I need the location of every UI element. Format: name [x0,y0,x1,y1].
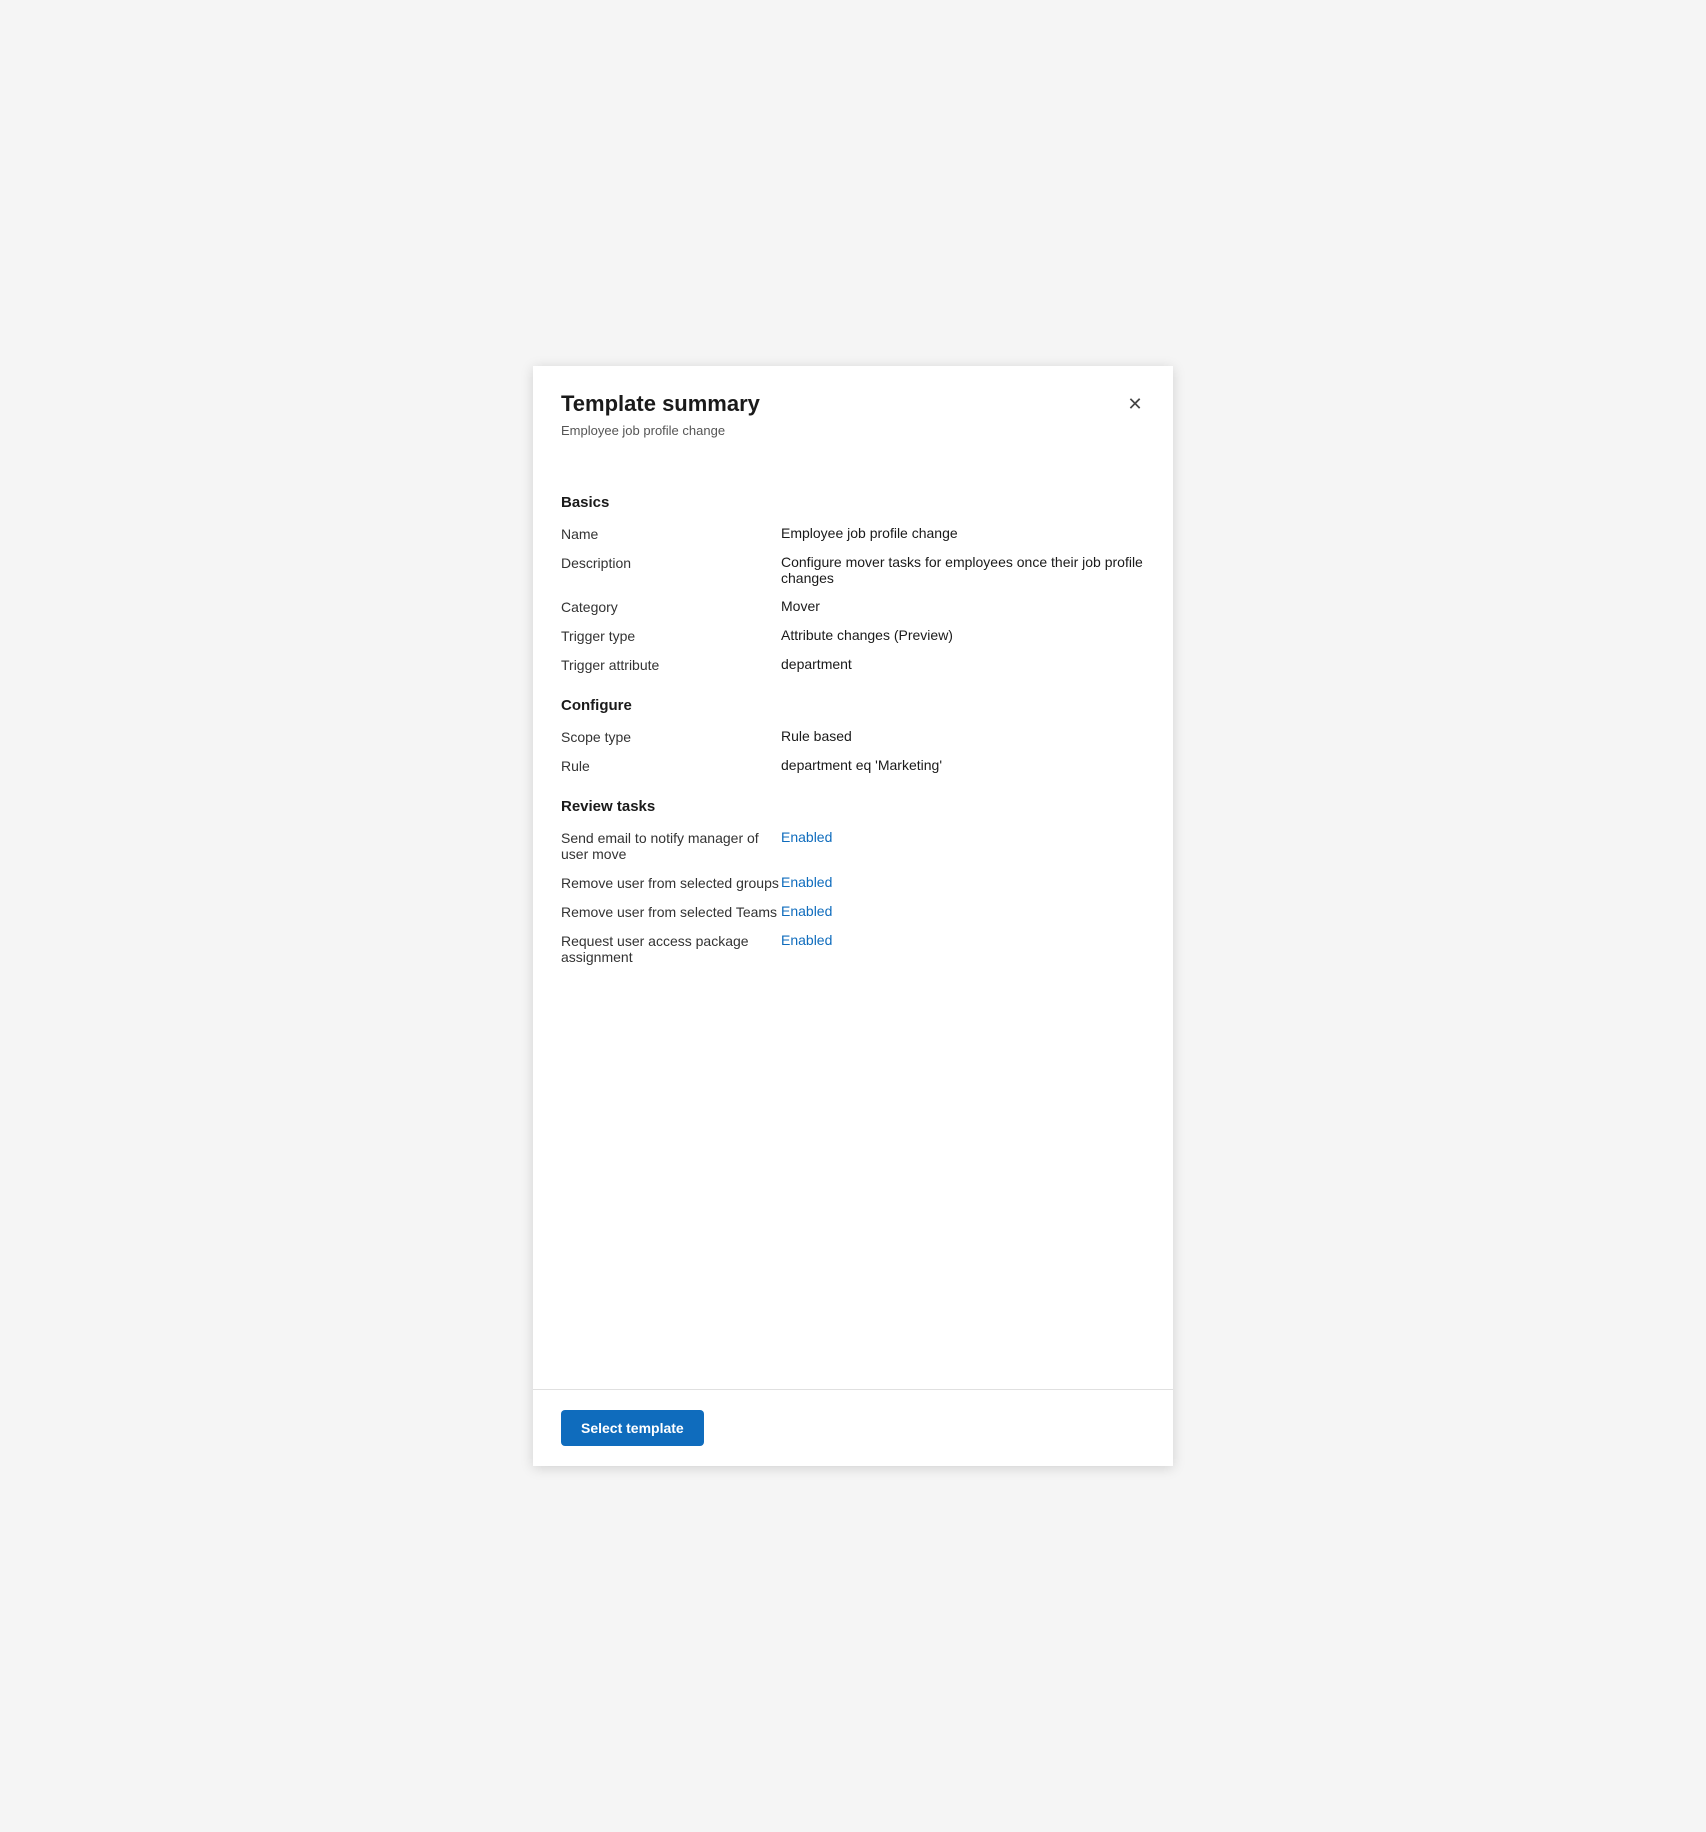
basics-trigger-attribute-row: Trigger attribute department [561,656,1145,673]
configure-rule-value: department eq 'Marketing' [781,757,1145,773]
basics-category-label: Category [561,598,781,615]
basics-description-row: Description Configure mover tasks for em… [561,554,1145,586]
task-remove-groups-label: Remove user from selected groups [561,874,781,891]
configure-rule-row: Rule department eq 'Marketing' [561,757,1145,774]
basics-name-value: Employee job profile change [781,525,1145,541]
task-access-package-label: Request user access package assignment [561,932,781,965]
basics-heading: Basics [561,494,1145,511]
panel-subtitle: Employee job profile change [561,423,1145,438]
basics-description-value: Configure mover tasks for employees once… [781,554,1145,586]
review-tasks-heading: Review tasks [561,798,1145,815]
panel-content: Basics Name Employee job profile change … [533,454,1173,1389]
configure-rule-label: Rule [561,757,781,774]
configure-scope-label: Scope type [561,728,781,745]
basics-category-value: Mover [781,598,1145,614]
task-remove-groups-row: Remove user from selected groups Enabled [561,874,1145,891]
task-access-package-row: Request user access package assignment E… [561,932,1145,965]
task-send-email-label: Send email to notify manager of user mov… [561,829,781,862]
task-send-email-value: Enabled [781,829,1145,845]
task-remove-teams-label: Remove user from selected Teams [561,903,781,920]
select-template-button[interactable]: Select template [561,1410,704,1446]
task-remove-groups-value: Enabled [781,874,1145,890]
basics-trigger-type-label: Trigger type [561,627,781,644]
basics-trigger-type-value: Attribute changes (Preview) [781,627,1145,643]
configure-scope-value: Rule based [781,728,1145,744]
basics-trigger-attribute-label: Trigger attribute [561,656,781,673]
task-access-package-value: Enabled [781,932,1145,948]
task-remove-teams-value: Enabled [781,903,1145,919]
panel-footer: Select template [533,1389,1173,1466]
basics-name-row: Name Employee job profile change [561,525,1145,542]
task-send-email-row: Send email to notify manager of user mov… [561,829,1145,862]
close-icon: ✕ [1127,394,1142,415]
configure-heading: Configure [561,697,1145,714]
panel-header: Template summary Employee job profile ch… [533,366,1173,454]
basics-trigger-attribute-value: department [781,656,1145,672]
basics-description-label: Description [561,554,781,571]
panel-title: Template summary [561,390,1145,419]
basics-trigger-type-row: Trigger type Attribute changes (Preview) [561,627,1145,644]
configure-scope-row: Scope type Rule based [561,728,1145,745]
template-summary-panel: Template summary Employee job profile ch… [533,366,1173,1466]
basics-category-row: Category Mover [561,598,1145,615]
close-button[interactable]: ✕ [1119,388,1151,420]
task-remove-teams-row: Remove user from selected Teams Enabled [561,903,1145,920]
basics-name-label: Name [561,525,781,542]
